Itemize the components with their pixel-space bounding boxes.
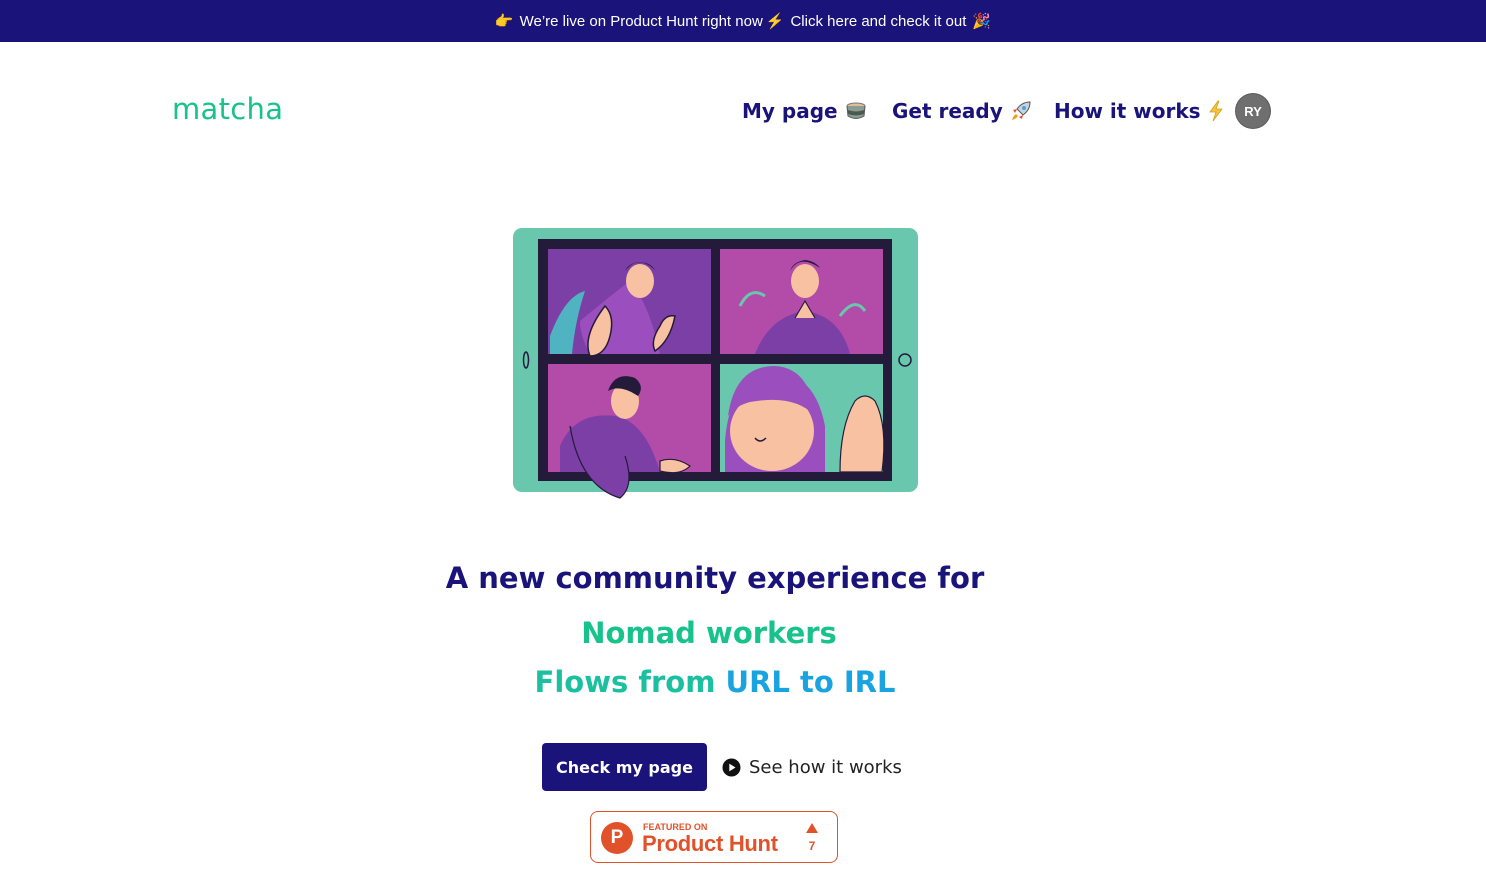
see-how-it-works-link[interactable]: See how it works — [722, 743, 902, 791]
upvote-count: 7 — [808, 839, 816, 853]
matcha-cup-icon — [845, 101, 867, 121]
lightning-icon — [1208, 100, 1224, 122]
product-hunt-title: Product Hunt — [642, 831, 778, 856]
upvote-arrow-icon — [806, 823, 818, 833]
nav-get-ready[interactable]: Get ready — [892, 94, 1032, 128]
hero-rotating-line-1: Nomad workers — [581, 616, 837, 650]
nav-how-it-works-label: How it works — [1054, 99, 1201, 123]
banner-text: We’re live on Product Hunt right now — [519, 12, 763, 30]
lightning-icon: ⚡ — [765, 13, 785, 30]
nav-get-ready-label: Get ready — [892, 99, 1003, 123]
announcement-banner[interactable]: 👉 We’re live on Product Hunt right now ⚡ … — [0, 0, 1486, 42]
nav-my-page[interactable]: My page — [742, 94, 867, 128]
check-my-page-button[interactable]: Check my page — [542, 743, 707, 791]
pointing-hand-icon: 👉 — [494, 13, 514, 30]
hero-rotating-line-2-part2: URL to IRL — [725, 665, 896, 699]
hero-headline: A new community experience for — [445, 561, 985, 595]
video-call-illustration — [513, 228, 918, 499]
product-hunt-logo-icon: P — [601, 822, 633, 854]
matcha-logo[interactable]: matcha — [172, 92, 283, 126]
user-avatar[interactable]: RY — [1236, 94, 1270, 128]
hero-rotating-line-2-part1: Flows from — [534, 665, 726, 699]
see-how-it-works-label: See how it works — [749, 756, 902, 778]
product-hunt-badge[interactable]: P FEATURED ON Product Hunt 7 — [590, 811, 838, 863]
banner-link-text[interactable]: Click here and check it out — [790, 13, 966, 30]
hero-rotating-line-2: Flows from URL to IRL — [0, 665, 1430, 699]
rocket-icon — [1010, 100, 1032, 122]
party-popper-icon: 🎉 — [972, 13, 992, 30]
nav-how-it-works[interactable]: How it works — [1054, 94, 1224, 128]
play-icon — [722, 758, 741, 777]
nav-my-page-label: My page — [742, 99, 838, 123]
